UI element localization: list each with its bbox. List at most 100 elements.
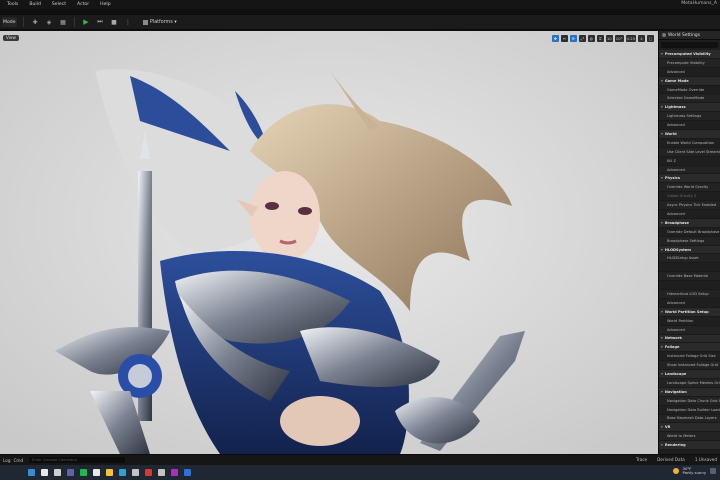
details-search-input[interactable] <box>661 42 718 48</box>
teams-icon[interactable] <box>67 469 74 476</box>
app-icon[interactable] <box>171 469 178 476</box>
details-section-header[interactable]: Precomputed Visibility <box>659 50 720 59</box>
details-section-header[interactable]: Navigation <box>659 387 720 397</box>
details-property-row[interactable]: Advanced <box>659 325 720 335</box>
details-property-row[interactable]: Landscape Spline Meshes Grid <box>659 378 720 388</box>
camera-speed-value[interactable]: 4 <box>638 35 645 42</box>
app-icon[interactable] <box>93 469 100 476</box>
windows-start-icon[interactable] <box>28 469 35 476</box>
details-section-header[interactable]: Foliage <box>659 343 720 353</box>
details-property-row[interactable]: Instanced Foliage Grid Size <box>659 352 720 362</box>
details-property-row[interactable]: GameMode Override <box>659 85 720 95</box>
details-property-row[interactable]: Override Base Material <box>659 272 720 282</box>
spotify-icon[interactable] <box>80 469 87 476</box>
world-settings-tab[interactable]: World Settings <box>659 31 720 40</box>
details-property-row[interactable]: Selected GameMode <box>659 94 720 104</box>
tray-overflow-icon[interactable] <box>710 468 716 475</box>
rotation-snap-value[interactable]: 10° <box>614 35 624 42</box>
app-icon[interactable] <box>145 469 152 476</box>
blueprint-icon[interactable]: ◈ <box>44 18 54 27</box>
maximize-icon[interactable]: ▢ <box>647 35 654 42</box>
taskbar-search-icon[interactable] <box>41 469 48 476</box>
cmd-dropdown[interactable]: Cmd <box>13 458 23 463</box>
weather-icon[interactable] <box>672 468 679 475</box>
menu-select[interactable]: Select <box>52 2 66 7</box>
details-property-row[interactable]: Navigation Data Chunk Grid Size <box>659 396 720 406</box>
output-log-button[interactable]: Log <box>3 458 10 463</box>
details-property-row[interactable]: Override Default Broadphase Se <box>659 227 720 237</box>
details-property-row[interactable]: HLODSetup Asset <box>659 254 720 264</box>
details-section-header[interactable]: World <box>659 130 720 139</box>
edge-icon[interactable] <box>119 469 126 476</box>
details-property-row[interactable] <box>659 281 720 291</box>
viewport-toolbar: ✥ ↔ ⟳ ⤢ ◍ ⌗ 10 10° 0.25 4 ▢ <box>551 35 654 42</box>
details-section-header[interactable]: Physics <box>659 174 720 184</box>
details-property-row[interactable]: Advanced <box>659 210 720 219</box>
details-property-row[interactable]: Global Gravity Z <box>659 192 720 202</box>
menu-help[interactable]: Help <box>100 2 110 7</box>
details-section-header[interactable]: Lightmass <box>659 103 720 113</box>
details-property-row[interactable]: Base Navmesh Data Layers <box>659 414 720 424</box>
stop-icon[interactable]: ■ <box>109 18 119 27</box>
details-property-row[interactable]: Override World Gravity <box>659 183 720 193</box>
world-space-icon[interactable]: ◍ <box>587 35 595 42</box>
details-property-row[interactable]: Advanced <box>659 298 720 308</box>
select-mode-icon[interactable]: ✥ <box>551 35 559 42</box>
details-property-row[interactable]: Navigation Data Builder Loadin <box>659 405 720 415</box>
details-property-row[interactable]: Lightmass Settings <box>659 112 720 122</box>
details-property-row[interactable]: World Partition <box>659 316 720 326</box>
details-property-row[interactable]: Kill Z <box>659 156 720 166</box>
weather-widget[interactable]: 30°F Partly sunny <box>683 466 706 476</box>
menu-actor[interactable]: Actor <box>77 2 89 7</box>
translate-icon[interactable]: ↔ <box>560 35 568 42</box>
step-icon[interactable]: ⏭ <box>95 18 105 27</box>
menu-build[interactable]: Build <box>29 2 41 7</box>
details-section-header[interactable]: Landscape <box>659 370 720 379</box>
play-icon[interactable]: ▶ <box>81 18 91 27</box>
details-property-row[interactable]: Precompute Visibility <box>659 58 720 68</box>
menu-tools[interactable]: Tools <box>7 2 18 7</box>
rotate-icon[interactable]: ⟳ <box>569 35 577 42</box>
surface-snap-icon[interactable]: ⌗ <box>596 35 604 42</box>
platforms-button[interactable]: Platforms ▾ <box>143 19 177 25</box>
details-property-row[interactable]: Use Client Side Level Streaming <box>659 147 720 157</box>
viewport-view-button[interactable]: View <box>3 35 19 41</box>
details-property-row[interactable]: World to Meters <box>659 432 720 442</box>
details-section-header[interactable]: HLODSystem <box>659 245 720 255</box>
file-explorer-icon[interactable] <box>106 469 113 476</box>
console-command-input[interactable]: Enter Console Command <box>29 457 126 463</box>
world-icon <box>662 33 666 37</box>
details-property-row[interactable]: Advanced <box>659 165 720 175</box>
play-options-icon[interactable]: ⋮ <box>123 18 133 27</box>
details-property-row[interactable]: Broadphase Settings <box>659 236 720 246</box>
details-section-header[interactable]: Game Mode <box>659 76 720 86</box>
unreal-icon[interactable] <box>158 469 165 476</box>
details-section-header[interactable]: Broadphase <box>659 218 720 228</box>
details-property-row[interactable]: Hierarchical LOD Setup <box>659 290 720 299</box>
details-section-header[interactable]: Rendering <box>659 441 720 451</box>
details-section-header[interactable]: Network <box>659 334 720 344</box>
windows-taskbar: 30°F Partly sunny <box>0 465 720 480</box>
trace-button[interactable]: Trace <box>636 457 647 462</box>
level-viewport[interactable]: View ✥ ↔ ⟳ ⤢ ◍ ⌗ 10 10° 0.25 4 ▢ <box>0 31 658 454</box>
add-actor-icon[interactable]: ✚ <box>30 18 40 27</box>
details-property-row[interactable] <box>659 263 720 273</box>
details-section-header[interactable]: World Partition Setup <box>659 307 720 317</box>
details-section-header[interactable]: VR <box>659 423 720 433</box>
taskview-icon[interactable] <box>54 469 61 476</box>
unreal-icon[interactable] <box>132 469 139 476</box>
details-property-row[interactable]: Advanced <box>659 121 720 131</box>
derived-data-button[interactable]: Derived Data <box>657 457 685 462</box>
window-title: MetaHumans_A <box>681 1 717 6</box>
details-property-row[interactable]: Async Physics Tick Enabled <box>659 201 720 211</box>
scale-icon[interactable]: ⤢ <box>578 35 586 42</box>
details-property-row[interactable]: Advanced <box>659 67 720 77</box>
scale-snap-value[interactable]: 0.25 <box>625 35 636 42</box>
unsaved-button[interactable]: 1 Unsaved <box>695 457 717 462</box>
details-property-row[interactable]: Enable World Composition <box>659 138 720 148</box>
mode-dropdown[interactable]: Mode <box>2 17 17 27</box>
app-icon[interactable] <box>184 469 191 476</box>
grid-snap-value[interactable]: 10 <box>605 35 613 42</box>
details-property-row[interactable]: Show Instanced Foliage Grid <box>659 361 720 371</box>
sequence-icon[interactable]: ▦ <box>58 18 68 27</box>
